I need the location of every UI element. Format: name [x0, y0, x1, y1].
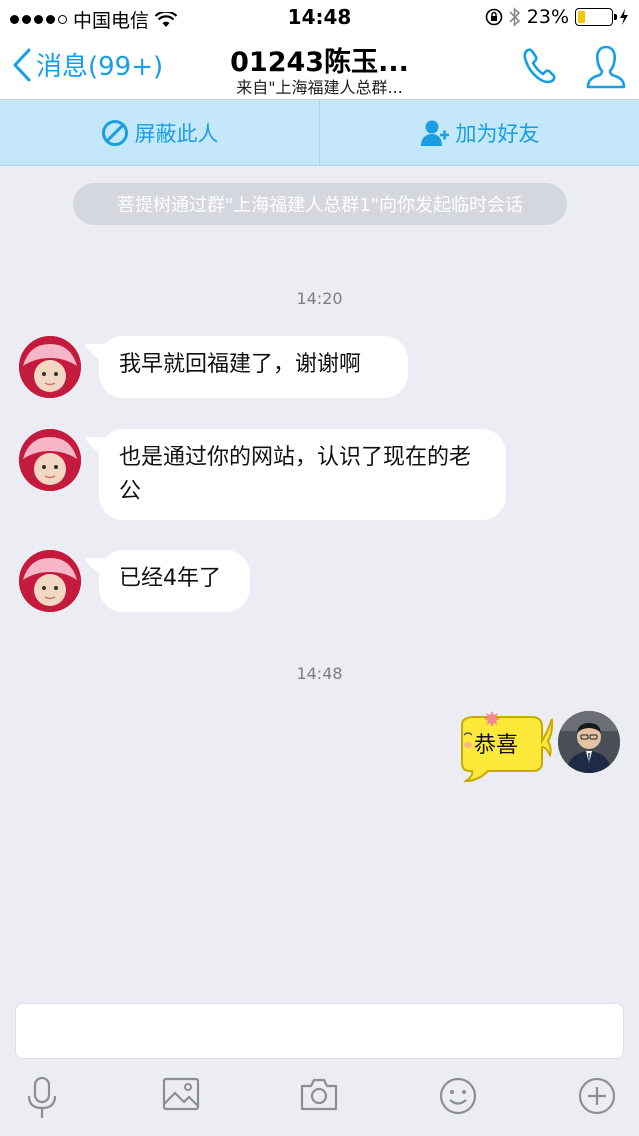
battery-fill — [578, 11, 586, 23]
action-bar: 屏蔽此人 加为好友 — [0, 100, 639, 166]
add-friend-label: 加为好友 — [455, 121, 540, 146]
message-bubble-incoming[interactable]: 我早就回福建了，谢谢啊 — [99, 336, 408, 398]
phone-icon — [523, 48, 556, 84]
block-user-label: 屏蔽此人 — [134, 121, 219, 146]
message-text: 已经4年了 — [119, 566, 221, 591]
message-bubble-incoming[interactable]: 也是通过你的网站，认识了现在的老公 — [99, 429, 506, 520]
message-bubble-outgoing[interactable]: 恭喜 — [452, 711, 554, 783]
input-toolbar — [0, 1060, 639, 1136]
message-text: 我早就回福建了，谢谢啊 — [119, 352, 362, 377]
add-friend-button[interactable]: 加为好友 — [320, 100, 639, 165]
bluetooth-icon — [509, 7, 520, 27]
message-text: 恭喜 — [474, 733, 519, 758]
add-friend-icon — [420, 120, 449, 146]
message-timestamp: 14:20 — [296, 289, 343, 308]
status-bar-right: 23% — [485, 6, 629, 28]
contact-avatar[interactable] — [19, 550, 81, 612]
charging-icon — [620, 9, 628, 25]
emoji-button[interactable] — [438, 1076, 478, 1120]
contact-avatar[interactable] — [19, 429, 81, 491]
nav-bar: 消息(99+) 01243陈玉... 来自"上海福建人总群... — [0, 34, 639, 100]
camera-icon — [300, 1078, 338, 1111]
status-bar: 中国电信 14:48 23% — [0, 0, 639, 34]
lock-rotation-icon — [485, 8, 503, 26]
system-notice: 菩提树通过群"上海福建人总群1"向你发起临时会话 — [73, 183, 567, 225]
message-text: 也是通过你的网站，认识了现在的老公 — [119, 445, 472, 504]
battery-icon — [575, 8, 617, 26]
voice-button[interactable] — [24, 1076, 60, 1124]
message-input[interactable] — [15, 1003, 624, 1059]
message-bubble-incoming[interactable]: 已经4年了 — [99, 550, 250, 612]
image-icon — [162, 1077, 200, 1111]
block-icon — [101, 119, 128, 146]
camera-button[interactable] — [299, 1076, 339, 1116]
microphone-icon — [27, 1076, 57, 1118]
profile-icon — [586, 45, 626, 89]
plus-icon — [578, 1077, 616, 1115]
call-button[interactable] — [520, 46, 560, 90]
image-button[interactable] — [162, 1076, 200, 1116]
battery-percent: 23% — [526, 6, 569, 28]
block-user-button[interactable]: 屏蔽此人 — [0, 100, 319, 165]
message-timestamp: 14:48 — [296, 664, 343, 683]
my-avatar[interactable] — [558, 711, 620, 773]
profile-button[interactable] — [585, 44, 627, 94]
emoji-icon — [439, 1077, 477, 1115]
contact-avatar[interactable] — [19, 336, 81, 398]
more-button[interactable] — [577, 1076, 617, 1120]
